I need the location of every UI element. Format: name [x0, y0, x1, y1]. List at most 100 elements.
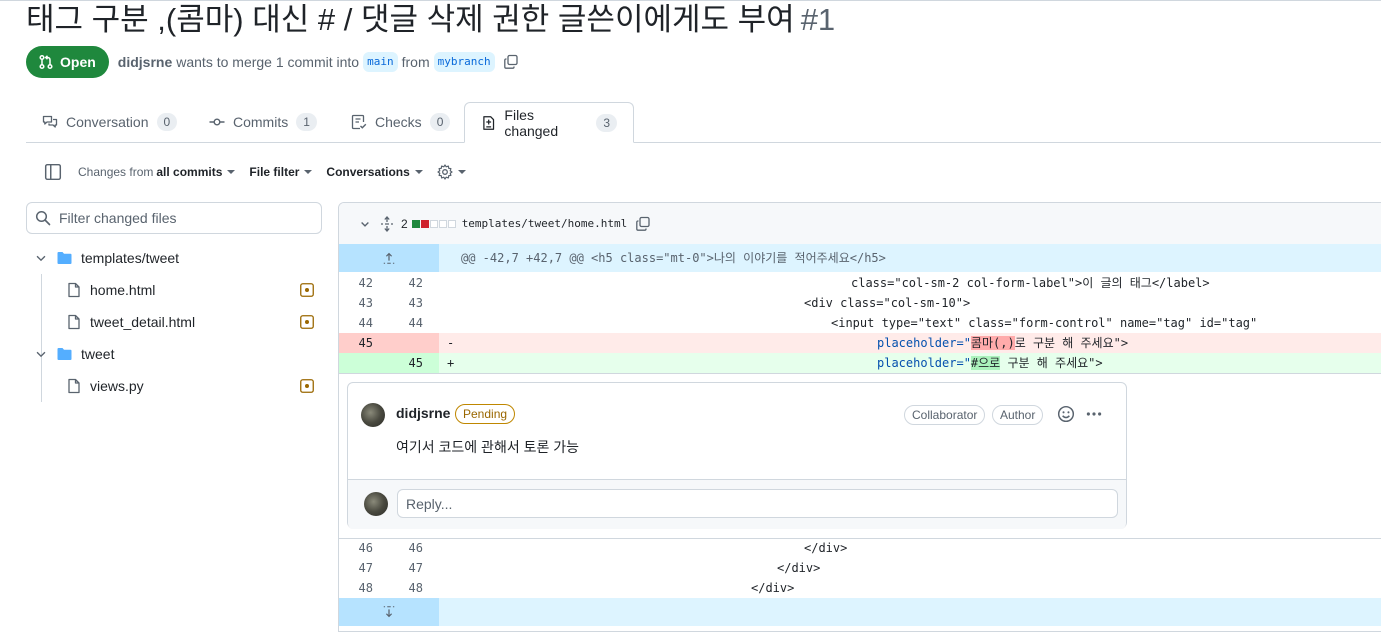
tree-file-views-py[interactable]: views.py [66, 370, 322, 402]
diff-file-path[interactable]: templates/tweet/home.html [462, 217, 628, 230]
git-pull-request-icon [39, 54, 53, 70]
avatar[interactable] [361, 403, 385, 427]
comment-options-button[interactable] [1085, 405, 1103, 428]
sidebar-collapse-icon [44, 163, 62, 181]
pr-state-badge: Open [26, 46, 109, 78]
gear-icon [437, 164, 453, 180]
new-line-number-empty [389, 333, 439, 353]
file-modified-icon [300, 283, 314, 297]
chevron-down-icon [36, 255, 46, 262]
diff-settings-button[interactable] [437, 164, 466, 180]
deletion-sign: - [447, 336, 455, 350]
tab-checks[interactable]: Checks 0 [335, 102, 466, 142]
pr-number: #1 [800, 2, 836, 37]
tree-file-tweet-detail-html[interactable]: tweet_detail.html [66, 306, 322, 338]
copy-icon [636, 216, 650, 231]
new-line-number[interactable]: 47 [389, 558, 439, 578]
diff-line-added: 45 + placeholder="#으로 구분 해 주세요"> [339, 353, 1381, 373]
author-badge: Author [992, 405, 1044, 425]
tab-count: 0 [156, 113, 178, 131]
code-text: placeholder="콤마(,)로 구분 해 주세요"> [877, 333, 1128, 353]
collaborator-badge: Collaborator [904, 405, 986, 425]
addition-sign: + [447, 356, 455, 370]
head-branch-link[interactable]: mybranch [433, 52, 495, 72]
reply-input[interactable]: Reply... [397, 489, 1118, 518]
expand-down-button[interactable] [339, 598, 439, 626]
chevron-down-icon[interactable] [359, 218, 371, 230]
tab-label: Commits [233, 114, 289, 130]
comment-discussion-icon [42, 115, 58, 128]
file-filter-dropdown[interactable]: File filter [249, 165, 313, 179]
conversations-dropdown[interactable]: Conversations [326, 165, 423, 179]
code-changed-span: 콤마(,) [970, 336, 1015, 350]
file-icon [68, 282, 80, 298]
hunk-header-text: @@ -42,7 +42,7 @@ <h5 class="mt-0">나의 이야… [461, 251, 886, 265]
changes-from-value: all commits [156, 165, 223, 179]
review-thread-row: didjsrne Pending Collaborator Author 여기서… [339, 373, 1381, 539]
code-text: <div class="col-sm-10"> [804, 296, 971, 310]
chevron-down-icon [457, 170, 466, 174]
filter-files-input[interactable]: Filter changed files [26, 202, 322, 234]
old-line-number-empty [339, 353, 389, 373]
old-line-number[interactable]: 48 [339, 578, 389, 598]
conversations-label: Conversations [326, 165, 410, 179]
tree-file-label: home.html [90, 282, 156, 298]
diff-line: 44 44 <input type="text" class="form-con… [339, 313, 1381, 333]
tree-file-label: views.py [90, 378, 144, 394]
tree-file-home-html[interactable]: home.html [66, 274, 322, 306]
comment-author-link[interactable]: didjsrne [396, 405, 450, 421]
diffstat-blocks [411, 219, 456, 228]
file-modified-icon [300, 315, 314, 329]
chevron-down-icon [227, 170, 236, 174]
add-reaction-button[interactable] [1057, 405, 1075, 428]
file-icon [68, 314, 80, 330]
old-line-number[interactable]: 46 [339, 538, 389, 558]
base-branch-link[interactable]: main [363, 52, 398, 72]
folder-icon [57, 348, 72, 360]
copy-branch-button[interactable] [503, 54, 519, 70]
diff-changes-count: 2 [401, 216, 408, 231]
pr-meta: Open didjsrne wants to merge 1 commit in… [26, 46, 519, 78]
new-line-number[interactable]: 46 [389, 538, 439, 558]
chevron-down-icon [414, 170, 423, 174]
chevron-down-icon [304, 170, 313, 174]
avatar [364, 492, 388, 516]
hunk-expander-bottom [339, 598, 1381, 626]
old-line-number[interactable]: 47 [339, 558, 389, 578]
comment-body: 여기서 코드에 관해서 토론 가능 [396, 439, 579, 455]
hunk-header: @@ -42,7 +42,7 @@ <h5 class="mt-0">나의 이야… [339, 244, 1381, 272]
from-text: from [401, 54, 430, 70]
expand-up-button[interactable] [339, 244, 439, 272]
tab-conversation[interactable]: Conversation 0 [26, 102, 193, 142]
tree-folder-templates-tweet[interactable]: templates/tweet [34, 242, 179, 274]
tab-files-changed[interactable]: Files changed 3 [464, 102, 634, 143]
diff-line: 48 48 </div> [339, 578, 1381, 598]
diff-line-deleted: 45 - placeholder="콤마(,)로 구분 해 주세요"> [339, 333, 1381, 353]
new-line-number[interactable]: 43 [389, 293, 439, 313]
copy-path-button[interactable] [635, 216, 651, 232]
fold-down-icon [383, 606, 395, 618]
old-line-number[interactable]: 44 [339, 313, 389, 333]
new-line-number[interactable]: 45 [389, 353, 439, 373]
changes-from-dropdown[interactable]: Changes from all commits [78, 165, 236, 179]
tab-commits[interactable]: Commits 1 [193, 102, 333, 142]
file-icon [68, 378, 80, 394]
pr-author-link[interactable]: didjsrne [118, 54, 172, 70]
tree-folder-tweet[interactable]: tweet [34, 338, 114, 370]
code-changed-span: #으로 [970, 356, 1001, 370]
pr-title: 태그 구분 ,(콤마) 대신 # / 댓글 삭제 권한 글쓴이에게도 부여 [26, 2, 795, 37]
code-text: </div> [777, 561, 821, 575]
code-text: </div> [804, 541, 848, 555]
new-line-number[interactable]: 42 [389, 273, 439, 293]
old-line-number[interactable]: 42 [339, 273, 389, 293]
filter-files-placeholder: Filter changed files [59, 210, 177, 226]
new-line-number[interactable]: 48 [389, 578, 439, 598]
old-line-number[interactable]: 43 [339, 293, 389, 313]
expand-all-icon[interactable] [379, 215, 395, 232]
new-line-number[interactable]: 44 [389, 313, 439, 333]
toggle-file-tree-button[interactable] [44, 163, 62, 181]
diff-line: 43 43 <div class="col-sm-10"> [339, 293, 1381, 313]
diff-line: 46 46 </div> [339, 538, 1381, 558]
code-text: placeholder="#으로 구분 해 주세요"> [877, 353, 1103, 373]
old-line-number[interactable]: 45 [339, 333, 389, 353]
